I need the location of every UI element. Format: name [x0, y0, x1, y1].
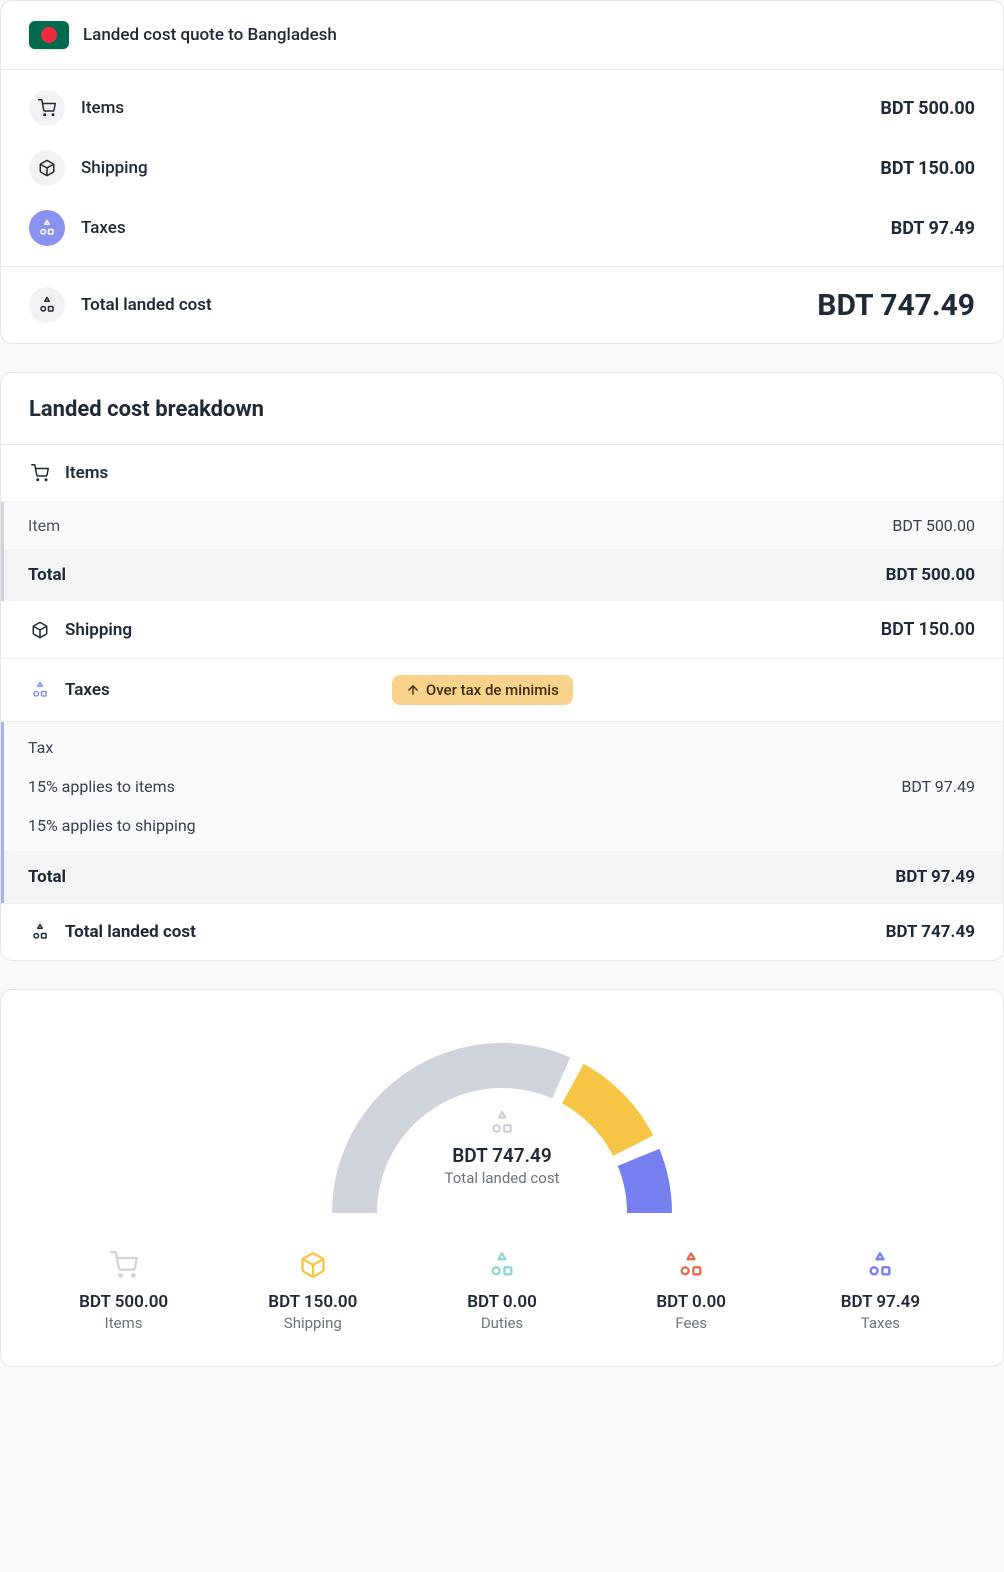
summary-total-row: Total landed cost BDT 747.49 [1, 266, 1003, 343]
stat-shipping-value: BDT 150.00 [218, 1292, 407, 1312]
shapes-icon [29, 210, 65, 246]
breakdown-grand-label: Total landed cost [65, 922, 196, 942]
shapes-outline-icon [29, 923, 51, 941]
box-icon [29, 621, 51, 639]
breakdown-grand-value: BDT 747.49 [886, 922, 975, 942]
breakdown-items-sub: Item BDT 500.00 Total BDT 500.00 [1, 502, 1003, 601]
stat-fees: BDT 0.00 Fees [597, 1248, 786, 1332]
gauge-label: Total landed cost [302, 1169, 702, 1187]
tax-line-1-label: 15% applies to items [28, 777, 175, 796]
summary-taxes-row: Taxes BDT 97.49 [1, 198, 1003, 258]
summary-header: Landed cost quote to Bangladesh [1, 1, 1003, 70]
breakdown-item-row: Item BDT 500.00 [4, 502, 1003, 549]
breakdown-taxes-total-label: Total [28, 867, 66, 887]
breakdown-card: Landed cost breakdown Items Item BDT 500… [0, 372, 1004, 961]
tax-line-1: 15% applies to items BDT 97.49 [4, 767, 1003, 806]
cart-icon [29, 90, 65, 126]
breakdown-taxes-sub: Tax 15% applies to items BDT 97.49 15% a… [1, 722, 1003, 903]
summary-shipping-value: BDT 150.00 [880, 158, 975, 179]
breakdown-taxes-total: Total BDT 97.49 [4, 851, 1003, 903]
shapes-icon [29, 681, 51, 699]
breakdown-taxes-label: Taxes [65, 680, 110, 700]
stat-duties: BDT 0.00 Duties [407, 1248, 596, 1332]
page-title: Landed cost quote to Bangladesh [83, 25, 337, 45]
breakdown-grand-total: Total landed cost BDT 747.49 [1, 903, 1003, 960]
summary-taxes-value: BDT 97.49 [891, 218, 975, 239]
shapes-icon [597, 1248, 786, 1282]
tax-line-2: 15% applies to shipping [4, 806, 1003, 851]
stat-taxes-value: BDT 97.49 [786, 1292, 975, 1312]
shapes-icon [786, 1248, 975, 1282]
tax-line-1-value: BDT 97.49 [901, 777, 975, 796]
stat-fees-label: Fees [597, 1314, 786, 1332]
summary-shipping-row: Shipping BDT 150.00 [1, 138, 1003, 198]
tax-label: Tax [28, 738, 53, 757]
breakdown-item-value: BDT 500.00 [892, 516, 975, 535]
pill-text: Over tax de minimis [426, 681, 559, 699]
breakdown-shipping-label: Shipping [65, 620, 132, 640]
gauge-chart: BDT 747.49 Total landed cost [302, 1018, 702, 1218]
summary-items-row: Items BDT 500.00 [1, 78, 1003, 138]
breakdown-shipping-value: BDT 150.00 [881, 619, 975, 640]
gauge-value: BDT 747.49 [302, 1144, 702, 1167]
breakdown-items-label: Items [65, 463, 108, 483]
summary-total-label: Total landed cost [81, 295, 212, 315]
summary-shipping-label: Shipping [81, 158, 148, 178]
arrow-up-icon [406, 683, 420, 697]
stat-shipping-label: Shipping [218, 1314, 407, 1332]
box-icon [29, 150, 65, 186]
summary-list: Items BDT 500.00 Shipping BDT 150.00 Tax… [1, 70, 1003, 266]
cart-icon [29, 1248, 218, 1282]
breakdown-item-label: Item [28, 516, 60, 535]
stat-row: BDT 500.00 Items BDT 150.00 Shipping BDT… [29, 1248, 975, 1332]
breakdown-items-total-value: BDT 500.00 [886, 565, 975, 585]
summary-taxes-label: Taxes [81, 218, 126, 238]
breakdown-taxes-total-value: BDT 97.49 [895, 867, 975, 887]
breakdown-items-header: Items [1, 445, 1003, 502]
summary-card: Landed cost quote to Bangladesh Items BD… [0, 0, 1004, 344]
box-icon [218, 1248, 407, 1282]
breakdown-items-total-label: Total [28, 565, 66, 585]
stat-items: BDT 500.00 Items [29, 1248, 218, 1332]
stat-items-label: Items [29, 1314, 218, 1332]
summary-items-value: BDT 500.00 [880, 98, 975, 119]
gauge-card: BDT 747.49 Total landed cost BDT 500.00 … [0, 989, 1004, 1367]
cart-icon [29, 464, 51, 482]
stat-duties-label: Duties [407, 1314, 596, 1332]
shapes-icon [407, 1248, 596, 1282]
summary-total-value: BDT 747.49 [817, 288, 975, 323]
gauge-center: BDT 747.49 Total landed cost [302, 1110, 702, 1187]
stat-duties-value: BDT 0.00 [407, 1292, 596, 1312]
stat-shipping: BDT 150.00 Shipping [218, 1248, 407, 1332]
breakdown-items-total: Total BDT 500.00 [4, 549, 1003, 601]
breakdown-title: Landed cost breakdown [1, 373, 1003, 445]
stat-items-value: BDT 500.00 [29, 1292, 218, 1312]
tax-line-2-label: 15% applies to shipping [28, 816, 196, 835]
breakdown-shipping-row: Shipping BDT 150.00 [1, 601, 1003, 659]
breakdown-taxes-header: Taxes Over tax de minimis [1, 659, 1003, 722]
shapes-outline-icon [302, 1110, 702, 1136]
summary-items-label: Items [81, 98, 124, 118]
stat-taxes-label: Taxes [786, 1314, 975, 1332]
tax-label-row: Tax [4, 722, 1003, 767]
stat-fees-value: BDT 0.00 [597, 1292, 786, 1312]
stat-taxes: BDT 97.49 Taxes [786, 1248, 975, 1332]
shapes-outline-icon [29, 287, 65, 323]
bangladesh-flag-icon [29, 21, 69, 49]
over-de-minimis-badge: Over tax de minimis [392, 675, 573, 705]
